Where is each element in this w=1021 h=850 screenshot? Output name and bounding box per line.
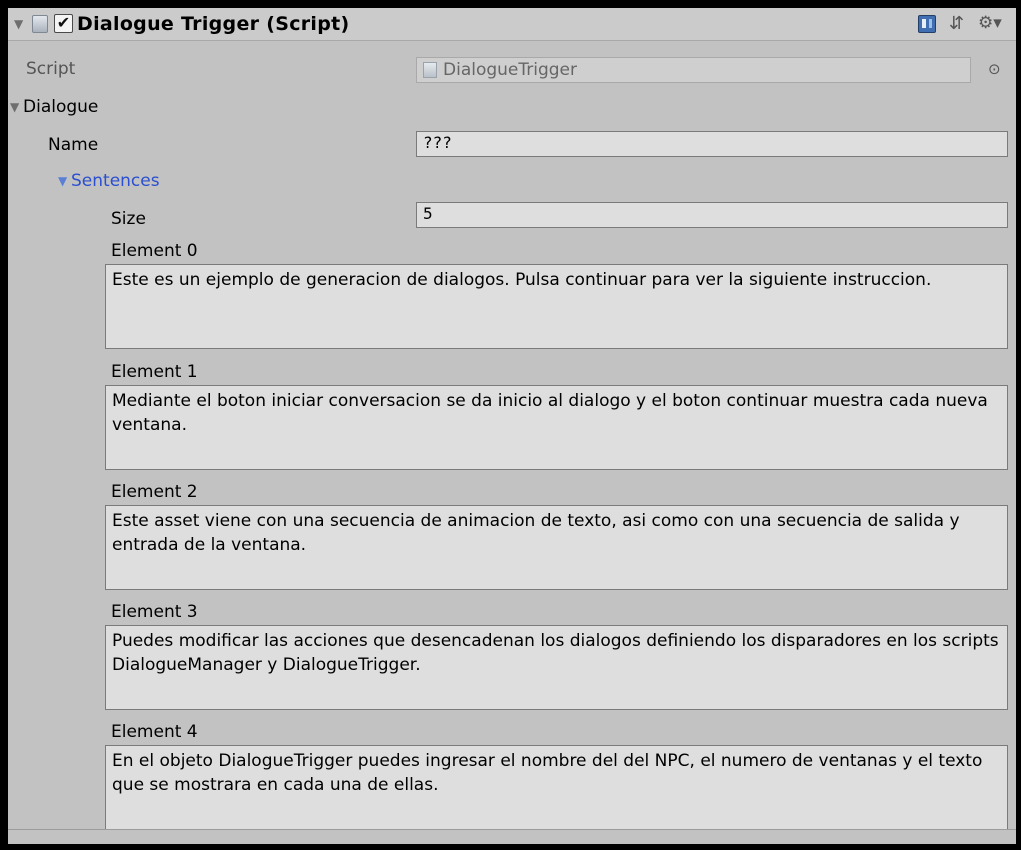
- size-input[interactable]: 5: [416, 202, 1008, 228]
- script-field: DialogueTrigger: [416, 57, 971, 83]
- element-1-label: Element 1: [111, 362, 198, 382]
- sentences-label[interactable]: Sentences: [71, 170, 160, 192]
- dialogue-label[interactable]: Dialogue: [23, 96, 98, 118]
- element-0-textarea[interactable]: Este es un ejemplo de generacion de dial…: [105, 264, 1008, 349]
- inspector-panel: ▼ ✔ Dialogue Trigger (Script) ⇵ ⚙▾ Scrip…: [8, 8, 1016, 844]
- sliders-icon[interactable]: ⇵: [949, 15, 964, 33]
- element-0-label: Element 0: [111, 241, 198, 261]
- book-icon[interactable]: [918, 15, 936, 33]
- gear-icon[interactable]: ⚙▾: [978, 14, 1002, 32]
- element-2-label: Element 2: [111, 482, 198, 502]
- object-picker-icon[interactable]: ⊙: [988, 60, 1001, 78]
- script-field-value: DialogueTrigger: [443, 60, 578, 80]
- element-2-textarea[interactable]: Este asset viene con una secuencia de an…: [105, 505, 1008, 590]
- element-4-textarea[interactable]: En el objeto DialogueTrigger puedes ingr…: [105, 745, 1008, 830]
- element-3-label: Element 3: [111, 602, 198, 622]
- element-1-textarea[interactable]: Mediante el boton iniciar conversacion s…: [105, 385, 1008, 470]
- script-label: Script: [26, 59, 76, 79]
- script-file-icon: [423, 62, 437, 78]
- panel-bottom-divider: [8, 829, 1016, 844]
- name-input[interactable]: ???: [416, 131, 1008, 157]
- sentences-foldout-arrow[interactable]: ▼: [58, 174, 67, 188]
- element-4-label: Element 4: [111, 722, 198, 742]
- component-enabled-checkbox[interactable]: ✔: [54, 14, 73, 33]
- size-label: Size: [111, 209, 146, 229]
- component-foldout-arrow[interactable]: ▼: [14, 17, 23, 31]
- dialogue-foldout-arrow[interactable]: ▼: [10, 100, 19, 114]
- script-component-icon: [32, 15, 48, 33]
- element-3-textarea[interactable]: Puedes modificar las acciones que desenc…: [105, 625, 1008, 710]
- name-label: Name: [48, 135, 99, 155]
- component-title: Dialogue Trigger (Script): [77, 13, 350, 35]
